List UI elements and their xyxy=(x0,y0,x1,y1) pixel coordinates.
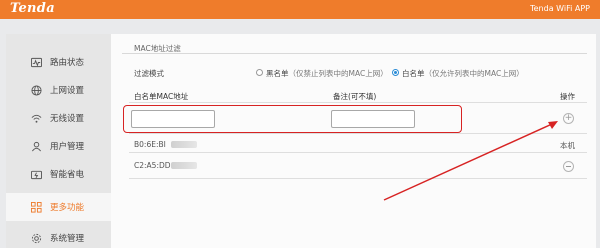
annotation-arrow xyxy=(383,121,558,201)
